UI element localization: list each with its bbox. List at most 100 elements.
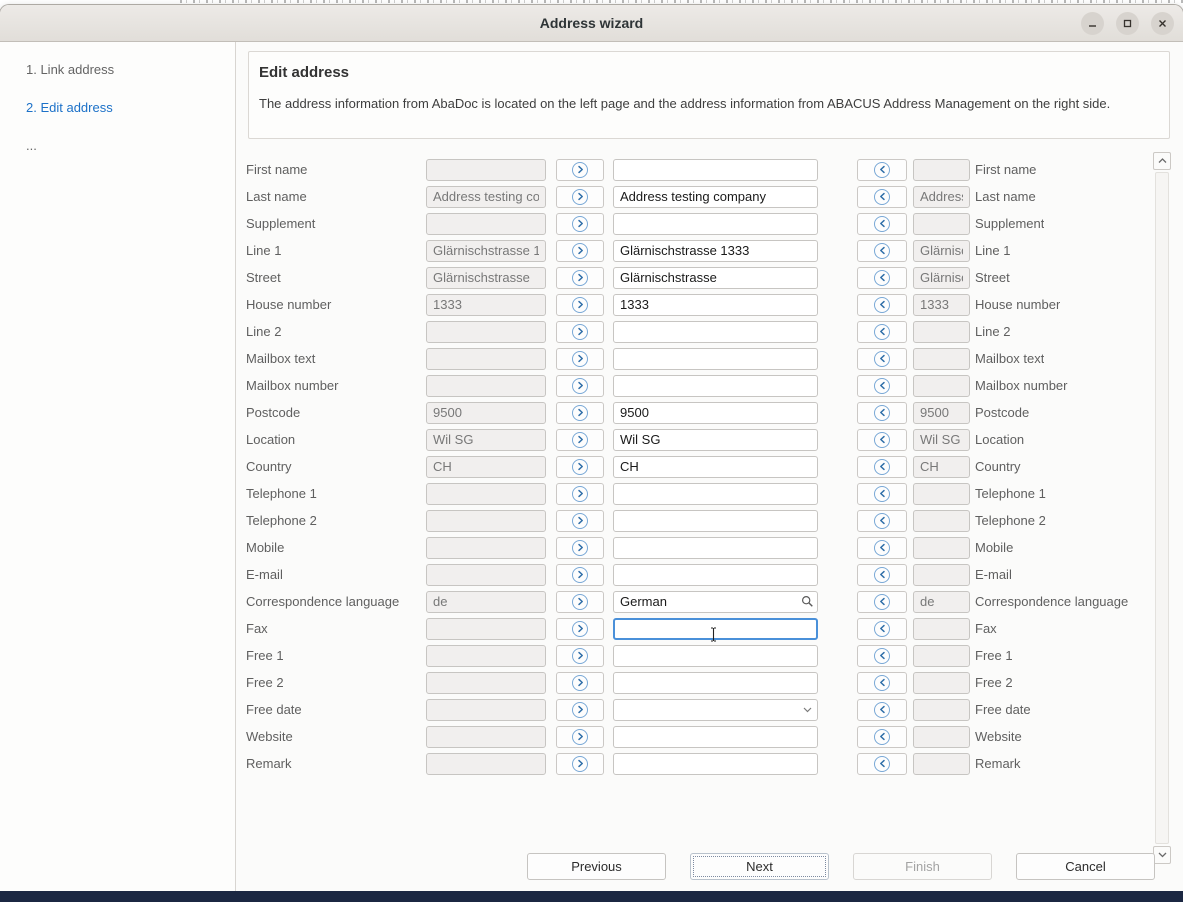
result-field-line-1[interactable] <box>613 240 818 262</box>
abadoc-source-field-supplement[interactable] <box>426 213 546 235</box>
copy-abadoc-to-result-button-free-2[interactable] <box>556 672 604 694</box>
abacus-source-field-street[interactable] <box>913 267 970 289</box>
scroll-up-button[interactable] <box>1153 152 1171 170</box>
result-field-mailbox-text[interactable] <box>613 348 818 370</box>
abadoc-source-field-mobile[interactable] <box>426 537 546 559</box>
copy-abacus-to-result-button-line-1[interactable] <box>857 240 907 262</box>
abacus-source-field-free-2[interactable] <box>913 672 970 694</box>
copy-abadoc-to-result-button-country[interactable] <box>556 456 604 478</box>
abadoc-source-field-line-2[interactable] <box>426 321 546 343</box>
abadoc-source-field-free-date[interactable] <box>426 699 546 721</box>
result-field-mailbox-number[interactable] <box>613 375 818 397</box>
abadoc-source-field-street[interactable] <box>426 267 546 289</box>
abacus-source-field-e-mail[interactable] <box>913 564 970 586</box>
abacus-source-field-first-name[interactable] <box>913 159 970 181</box>
copy-abadoc-to-result-button-fax[interactable] <box>556 618 604 640</box>
abadoc-source-field-first-name[interactable] <box>426 159 546 181</box>
copy-abadoc-to-result-button-telephone-2[interactable] <box>556 510 604 532</box>
abadoc-source-field-mailbox-number[interactable] <box>426 375 546 397</box>
result-field-house-number[interactable] <box>613 294 818 316</box>
abadoc-source-field-line-1[interactable] <box>426 240 546 262</box>
copy-abacus-to-result-button-mobile[interactable] <box>857 537 907 559</box>
abacus-source-field-remark[interactable] <box>913 753 970 775</box>
result-field-telephone-2[interactable] <box>613 510 818 532</box>
abacus-source-field-mailbox-number[interactable] <box>913 375 970 397</box>
copy-abadoc-to-result-button-remark[interactable] <box>556 753 604 775</box>
abadoc-source-field-mailbox-text[interactable] <box>426 348 546 370</box>
copy-abacus-to-result-button-street[interactable] <box>857 267 907 289</box>
abacus-source-field-mobile[interactable] <box>913 537 970 559</box>
copy-abacus-to-result-button-mailbox-number[interactable] <box>857 375 907 397</box>
abacus-source-field-telephone-1[interactable] <box>913 483 970 505</box>
abacus-source-field-postcode[interactable] <box>913 402 970 424</box>
copy-abacus-to-result-button-last-name[interactable] <box>857 186 907 208</box>
result-field-free-1[interactable] <box>613 645 818 667</box>
result-field-first-name[interactable] <box>613 159 818 181</box>
dropdown-chevron-icon[interactable] <box>800 703 814 717</box>
copy-abadoc-to-result-button-line-2[interactable] <box>556 321 604 343</box>
copy-abadoc-to-result-button-mobile[interactable] <box>556 537 604 559</box>
abacus-source-field-correspondence-language[interactable] <box>913 591 970 613</box>
abadoc-source-field-website[interactable] <box>426 726 546 748</box>
abadoc-source-field-country[interactable] <box>426 456 546 478</box>
cancel-button[interactable]: Cancel <box>1016 853 1155 880</box>
copy-abadoc-to-result-button-telephone-1[interactable] <box>556 483 604 505</box>
result-field-last-name[interactable] <box>613 186 818 208</box>
copy-abacus-to-result-button-free-date[interactable] <box>857 699 907 721</box>
next-button[interactable]: Next <box>690 853 829 880</box>
copy-abacus-to-result-button-country[interactable] <box>857 456 907 478</box>
copy-abacus-to-result-button-remark[interactable] <box>857 753 907 775</box>
abacus-source-field-last-name[interactable] <box>913 186 970 208</box>
abacus-source-field-telephone-2[interactable] <box>913 510 970 532</box>
result-field-free-date[interactable] <box>613 699 818 721</box>
copy-abadoc-to-result-button-postcode[interactable] <box>556 402 604 424</box>
copy-abadoc-to-result-button-house-number[interactable] <box>556 294 604 316</box>
result-field-mobile[interactable] <box>613 537 818 559</box>
abacus-source-field-mailbox-text[interactable] <box>913 348 970 370</box>
copy-abacus-to-result-button-fax[interactable] <box>857 618 907 640</box>
result-field-telephone-1[interactable] <box>613 483 818 505</box>
copy-abacus-to-result-button-location[interactable] <box>857 429 907 451</box>
abadoc-source-field-free-1[interactable] <box>426 645 546 667</box>
copy-abadoc-to-result-button-street[interactable] <box>556 267 604 289</box>
scroll-down-button[interactable] <box>1153 846 1171 864</box>
abadoc-source-field-house-number[interactable] <box>426 294 546 316</box>
result-field-street[interactable] <box>613 267 818 289</box>
copy-abacus-to-result-button-e-mail[interactable] <box>857 564 907 586</box>
abadoc-source-field-free-2[interactable] <box>426 672 546 694</box>
result-field-website[interactable] <box>613 726 818 748</box>
abadoc-source-field-fax[interactable] <box>426 618 546 640</box>
copy-abacus-to-result-button-correspondence-language[interactable] <box>857 591 907 613</box>
copy-abacus-to-result-button-house-number[interactable] <box>857 294 907 316</box>
search-icon[interactable] <box>800 595 814 609</box>
result-field-postcode[interactable] <box>613 402 818 424</box>
copy-abadoc-to-result-button-supplement[interactable] <box>556 213 604 235</box>
copy-abacus-to-result-button-supplement[interactable] <box>857 213 907 235</box>
abadoc-source-field-e-mail[interactable] <box>426 564 546 586</box>
abacus-source-field-line-2[interactable] <box>913 321 970 343</box>
abacus-source-field-website[interactable] <box>913 726 970 748</box>
result-field-free-2[interactable] <box>613 672 818 694</box>
copy-abacus-to-result-button-free-2[interactable] <box>857 672 907 694</box>
copy-abadoc-to-result-button-website[interactable] <box>556 726 604 748</box>
abacus-source-field-free-1[interactable] <box>913 645 970 667</box>
copy-abadoc-to-result-button-first-name[interactable] <box>556 159 604 181</box>
result-field-remark[interactable] <box>613 753 818 775</box>
sidebar-step-link-address[interactable]: 1. Link address <box>26 62 235 77</box>
previous-button[interactable]: Previous <box>527 853 666 880</box>
abadoc-source-field-location[interactable] <box>426 429 546 451</box>
result-field-supplement[interactable] <box>613 213 818 235</box>
abacus-source-field-free-date[interactable] <box>913 699 970 721</box>
minimize-button[interactable] <box>1081 12 1104 35</box>
result-field-fax[interactable] <box>613 618 818 640</box>
copy-abadoc-to-result-button-line-1[interactable] <box>556 240 604 262</box>
titlebar[interactable]: Address wizard <box>0 5 1183 42</box>
abacus-source-field-location[interactable] <box>913 429 970 451</box>
result-field-correspondence-language[interactable] <box>613 591 818 613</box>
copy-abacus-to-result-button-postcode[interactable] <box>857 402 907 424</box>
abadoc-source-field-postcode[interactable] <box>426 402 546 424</box>
abacus-source-field-country[interactable] <box>913 456 970 478</box>
copy-abacus-to-result-button-telephone-2[interactable] <box>857 510 907 532</box>
abadoc-source-field-last-name[interactable] <box>426 186 546 208</box>
abacus-source-field-fax[interactable] <box>913 618 970 640</box>
